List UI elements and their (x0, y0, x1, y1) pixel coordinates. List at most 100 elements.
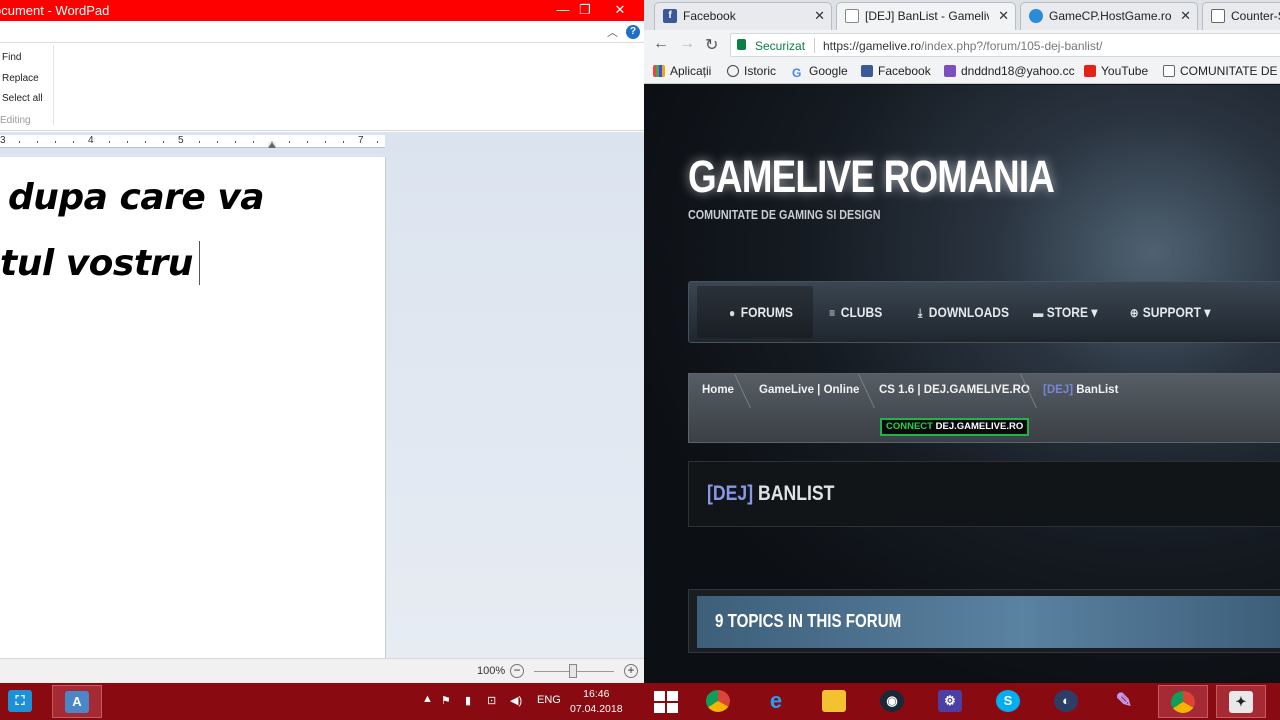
taskbar-counter-strike[interactable]: ✦ (1216, 685, 1266, 718)
nav-forums[interactable]: ● FORUMS (727, 282, 793, 342)
ruler-row: 3 4 5 7 (0, 132, 644, 152)
nav-support[interactable]: ⊕ SUPPORT ▾ (1129, 282, 1211, 342)
site-title[interactable]: GAMELIVE ROMANIA (688, 151, 1055, 203)
ruler-tick (325, 141, 326, 143)
select-all-button[interactable]: Select all (2, 93, 43, 104)
power-icon[interactable]: ▮ (465, 694, 471, 707)
topics-count-heading: 9 TOPICS IN THIS FORUM (715, 611, 902, 631)
task-view-button[interactable]: ⛶ (0, 685, 50, 718)
lock-icon (737, 39, 746, 50)
breadcrumb-gamelive-online[interactable]: GameLive | Online (759, 384, 859, 396)
close-tab-icon[interactable]: ✕ (998, 8, 1009, 24)
ruler-tick (253, 141, 254, 143)
close-tab-icon[interactable]: ✕ (1180, 8, 1191, 24)
gear-icon: ⚙ (938, 690, 962, 712)
reload-icon[interactable]: ↻ (705, 35, 718, 55)
nav-store[interactable]: ▬ STORE ▾ (1033, 282, 1097, 342)
mail-icon (944, 65, 956, 77)
breadcrumb-home[interactable]: Home (702, 384, 734, 396)
taskbar-skype[interactable]: S (984, 685, 1034, 718)
forum-tag: [DEJ] (707, 482, 754, 505)
breadcrumb-cs16[interactable]: CS 1.6 | DEJ.GAMELIVE.RO (879, 384, 1030, 396)
help-icon[interactable]: ? (626, 25, 640, 39)
text-caret (198, 241, 200, 285)
taskbar-chrome[interactable] (694, 685, 744, 718)
page-icon (1163, 65, 1175, 77)
address-bar[interactable]: Securizat https://gamelive.ro/index.php?… (730, 33, 1280, 57)
system-clock[interactable]: 16:46 07.04.2018 (570, 687, 623, 717)
bookmark-facebook[interactable]: Facebook (861, 64, 931, 78)
taskbar-feather-app[interactable]: ✎ (1100, 685, 1150, 718)
zoom-in-button[interactable]: + (624, 664, 638, 678)
bookmark-label: YouTube (1101, 64, 1149, 78)
document-line: tul vostru (0, 243, 193, 284)
nav-downloads[interactable]: ⤓ DOWNLOADS (915, 282, 1009, 342)
url-text: https://gamelive.ro/index.php?/forum/105… (823, 39, 1103, 53)
ribbon-divider (53, 45, 54, 125)
collapse-ribbon-icon[interactable]: ︿ (607, 24, 618, 40)
tab-banlist[interactable]: [DEJ] BanList - Gamelive ✕ (836, 2, 1016, 30)
tab-label: GameCP.HostGame.ro - (1049, 9, 1173, 23)
bookmark-apps[interactable]: Aplicații (653, 64, 711, 78)
tab-strip: f Facebook ✕ [DEJ] BanList - Gamelive ✕ … (644, 0, 1280, 30)
ruler-tick (19, 141, 20, 143)
bookmark-comunitate[interactable]: COMUNITATE DE G (1163, 64, 1280, 78)
document-line-with-caret: tul vostru (0, 241, 200, 285)
tab-gamecp[interactable]: GameCP.HostGame.ro - ✕ (1020, 2, 1198, 30)
forward-icon[interactable]: → (679, 35, 695, 53)
taskbar-teamspeak[interactable]: ◐ (1042, 685, 1092, 718)
taskbar-settings[interactable]: ⚙ (926, 685, 976, 718)
right-indent-marker[interactable] (268, 141, 276, 148)
breadcrumb: Home GameLive | Online CS 1.6 | DEJ.GAME… (688, 373, 1280, 443)
ribbon: Find Replace Select all Editing (0, 43, 644, 131)
steam-icon: ◉ (880, 690, 904, 712)
tab-label: Counter-St (1231, 9, 1280, 23)
taskbar: ⛶ A ▲ ⚑ ▮ ⊡ ◀) ENG 16:46 07.04.2018 e ◉ … (0, 683, 1280, 720)
close-button[interactable]: ✕ (605, 0, 635, 21)
maximize-button[interactable]: ❐ (570, 0, 600, 21)
input-language[interactable]: ENG (537, 694, 561, 706)
nav-label: STORE (1046, 304, 1089, 320)
apps-icon (653, 65, 665, 77)
tab-facebook[interactable]: f Facebook ✕ (654, 2, 832, 30)
ruler-tick (289, 141, 290, 143)
taskbar-chrome-active[interactable] (1158, 685, 1208, 718)
clock-date: 07.04.2018 (570, 703, 623, 715)
bookmark-history[interactable]: Istoric (727, 64, 776, 78)
bookmark-google[interactable]: G Google (792, 64, 848, 79)
nav-clubs[interactable]: ≡ CLUBS (827, 282, 882, 342)
tab-counter-strike[interactable]: Counter-St (1202, 2, 1280, 30)
replace-button[interactable]: Replace (2, 73, 39, 84)
find-button[interactable]: Find (2, 52, 21, 63)
address-divider (814, 38, 815, 53)
windows-start-icon[interactable] (654, 691, 678, 713)
action-center-flag-icon[interactable]: ⚑ (441, 694, 451, 707)
wordpad-titlebar: ocument - WordPad — ❐ ✕ (0, 0, 644, 21)
internet-explorer-icon: e (769, 688, 783, 713)
ruler[interactable]: 3 4 5 7 (0, 135, 385, 148)
connect-server-button[interactable]: CONNECT DEJ.GAMELIVE.RO (880, 418, 1030, 436)
history-icon (727, 65, 739, 77)
back-icon[interactable]: ← (653, 35, 669, 53)
bookmark-label: Aplicații (670, 64, 712, 78)
show-hidden-icons[interactable]: ▲ (422, 693, 433, 705)
ruler-tick (377, 141, 378, 143)
taskbar-internet-explorer[interactable]: e (752, 685, 802, 718)
page-icon (1211, 9, 1225, 23)
forum-header: [DEJ] BANLIST (688, 461, 1280, 527)
zoom-slider-thumb[interactable] (569, 664, 577, 678)
skype-icon: S (996, 690, 1020, 712)
document-page[interactable]: dupa care va tul vostru (0, 157, 386, 658)
close-tab-icon[interactable]: ✕ (814, 8, 825, 24)
zoom-out-button[interactable]: − (510, 664, 524, 678)
dropdown-caret-icon: ▾ (1091, 304, 1098, 320)
taskbar-wordpad[interactable]: A (52, 685, 102, 718)
taskbar-file-explorer[interactable] (810, 685, 860, 718)
bookmark-youtube[interactable]: YouTube (1084, 64, 1148, 78)
ruler-tick (55, 141, 56, 143)
network-icon[interactable]: ⊡ (487, 694, 496, 707)
bookmark-yahoo-mail[interactable]: dnddnd18@yahoo.cc (944, 64, 1075, 78)
taskbar-steam[interactable]: ◉ (868, 685, 918, 718)
volume-icon[interactable]: ◀) (510, 694, 522, 707)
bookmark-label: COMUNITATE DE G (1180, 64, 1280, 78)
